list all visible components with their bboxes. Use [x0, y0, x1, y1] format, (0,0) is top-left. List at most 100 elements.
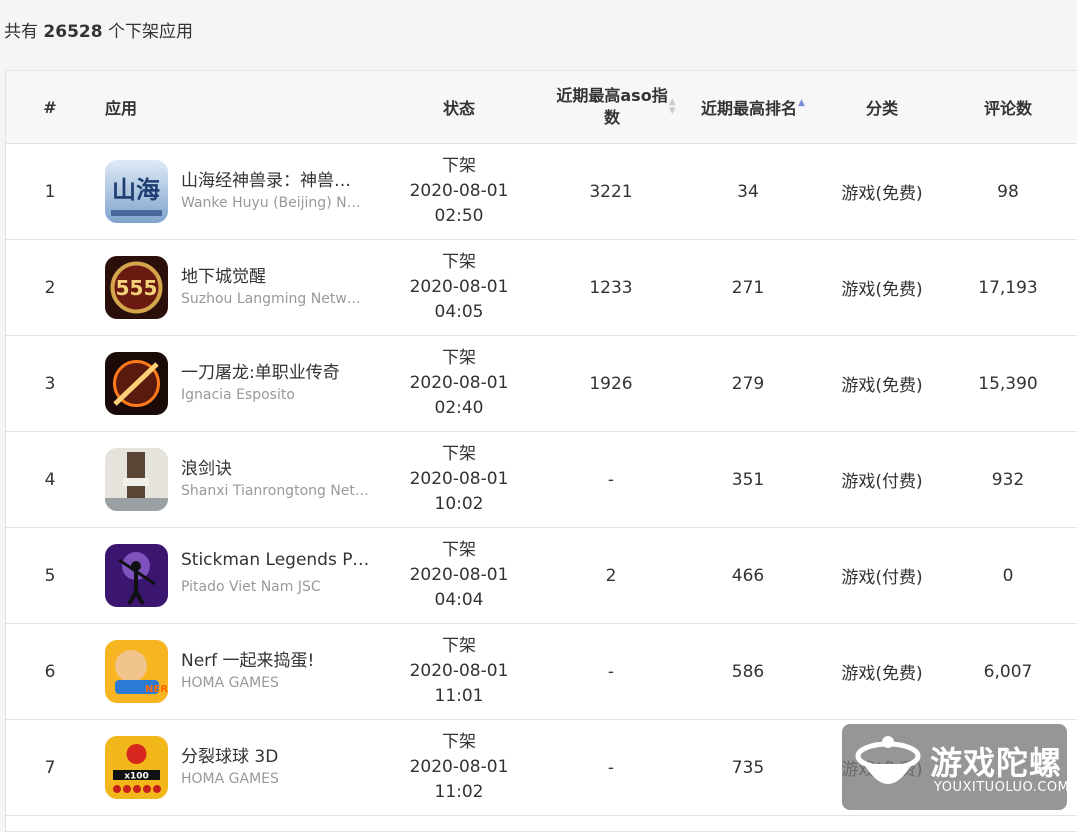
status-cell: 下架 2020-08-01 02:50	[409, 144, 509, 239]
watermark-title: 游戏陀螺	[930, 744, 1063, 782]
dragon-slayer-app-icon[interactable]	[105, 352, 168, 415]
reviews-value: 17,193	[978, 277, 1038, 298]
category-value: 游戏(免费)	[841, 664, 923, 684]
status-time: 04:04	[434, 590, 484, 610]
status-cell: 下架 2020-08-01 10:02	[409, 432, 509, 527]
category-value: 游戏(付费)	[841, 568, 923, 588]
developer-name: Ignacia Esposito	[181, 387, 295, 403]
sort-updown-icon[interactable]: ▲ ▼	[669, 98, 676, 116]
reviews-value: 0	[1002, 565, 1014, 586]
row-rank: 7	[44, 757, 56, 778]
table-body: 1 山海 山海经神兽录：神兽… Wanke Huyu (Beijing) Net… 下架…	[6, 144, 1077, 816]
app-name-link[interactable]: 山海经神兽录：神兽…	[181, 166, 371, 191]
best-rank-value: 351	[731, 469, 765, 490]
header-app: 应用	[105, 99, 138, 118]
table-row[interactable]: 4 浪剑诀 Shanxi Tianrongtong Net… 下架 2020-08-01…	[6, 432, 1077, 528]
header-best-rank-label: 近期最高排名	[701, 99, 798, 118]
best-rank-value: 466	[731, 565, 765, 586]
row-rank: 3	[44, 373, 56, 394]
best-rank-value: 271	[731, 277, 765, 298]
developer-name: Suzhou Langming Netwo…	[181, 291, 369, 307]
header-rank: #	[43, 97, 57, 117]
header-status: 状态	[442, 99, 475, 118]
aso-index-value: 1233	[589, 277, 633, 298]
status-label: 下架	[442, 636, 476, 656]
row-rank: 5	[44, 565, 56, 586]
gyro-logo-icon	[855, 736, 921, 784]
aso-index-value: -	[607, 469, 615, 490]
status-cell: 下架 2020-08-01 11:02	[409, 720, 509, 815]
summary-suffix: 个下架应用	[107, 22, 193, 42]
status-cell: 下架 2020-08-01 11:01	[409, 624, 509, 719]
app-name-link[interactable]: 一刀屠龙:单职业传奇	[181, 358, 371, 383]
row-rank: 4	[44, 469, 56, 490]
table-header: # 应用 状态 近期最高aso指 数 ▲ ▼ 近期最高排名 ▲ 分类 评论数	[6, 71, 1077, 144]
summary-text: 共有 26528 个下架应用	[4, 17, 193, 42]
table-row[interactable]: 5 Stickman Legends Pr… Pitado Viet Nam JSC…	[6, 528, 1077, 624]
status-cell: 下架 2020-08-01 02:40	[409, 336, 509, 431]
summary-prefix: 共有	[4, 22, 38, 42]
category-value: 游戏(免费)	[841, 376, 923, 396]
developer-name: Pitado Viet Nam JSC	[181, 579, 321, 595]
row-rank: 6	[44, 661, 56, 682]
stickman-legends-app-icon[interactable]	[105, 544, 168, 607]
status-time: 10:02	[434, 494, 484, 514]
reviews-value: 15,390	[978, 373, 1038, 394]
app-name-link[interactable]: 地下城觉醒	[181, 262, 371, 287]
delisted-apps-table: # 应用 状态 近期最高aso指 数 ▲ ▼ 近期最高排名 ▲ 分类 评论数 1 山…	[5, 70, 1077, 832]
table-row[interactable]: 3 一刀屠龙:单职业传奇 Ignacia Esposito 下架 2020-08-01 0…	[6, 336, 1077, 432]
app-name-link[interactable]: Nerf 一起来捣蛋!	[181, 646, 371, 671]
aso-index-value: -	[607, 757, 615, 778]
reviews-value: 6,007	[983, 661, 1033, 682]
status-label: 下架	[442, 348, 476, 368]
app-name-link[interactable]: Stickman Legends Pr…	[181, 550, 371, 570]
header-reviews: 评论数	[983, 99, 1032, 118]
developer-name: Wanke Huyu (Beijing) Net…	[181, 195, 369, 211]
shanhaijing-app-icon[interactable]: 山海	[105, 160, 168, 223]
status-date: 2020-08-01	[409, 661, 509, 681]
aso-index-value: 1926	[589, 373, 633, 394]
table-row[interactable]: 6 NERF Nerf 一起来捣蛋! HOMA GAMES 下架 2020-08-01 11…	[6, 624, 1077, 720]
langjianjue-app-icon[interactable]	[105, 448, 168, 511]
sort-ascending-icon[interactable]: ▲	[798, 98, 805, 108]
status-time: 04:05	[434, 302, 484, 322]
aso-index-value: 2	[605, 565, 617, 586]
status-label: 下架	[442, 540, 476, 560]
status-time: 11:01	[434, 686, 484, 706]
header-best-rank[interactable]: 近期最高排名 ▲	[693, 71, 813, 143]
aso-index-value: -	[607, 661, 615, 682]
dungeon-awakening-app-icon[interactable]: 555	[105, 256, 168, 319]
app-name-link[interactable]: 浪剑诀	[181, 454, 371, 479]
header-aso-line2: 数	[604, 108, 621, 127]
app-name-link[interactable]: 分裂球球 3D	[181, 742, 371, 767]
status-label: 下架	[442, 156, 476, 176]
table-row[interactable]: 2 555 地下城觉醒 Suzhou Langming Netwo… 下架 2020-08…	[6, 240, 1077, 336]
reviews-value: 98	[997, 181, 1019, 202]
svg-text:山海: 山海	[112, 175, 160, 204]
header-aso-line1: 近期最高aso指	[556, 86, 668, 105]
reviews-value: 932	[991, 469, 1025, 490]
status-label: 下架	[442, 252, 476, 272]
developer-name: HOMA GAMES	[181, 771, 279, 787]
developer-name: Shanxi Tianrongtong Net…	[181, 483, 369, 499]
status-time: 02:50	[434, 206, 484, 226]
header-aso-index[interactable]: 近期最高aso指 数 ▲ ▼	[546, 71, 686, 143]
svg-text:NERF: NERF	[145, 684, 168, 695]
status-date: 2020-08-01	[409, 565, 509, 585]
status-date: 2020-08-01	[409, 757, 509, 777]
svg-text:555: 555	[116, 276, 158, 300]
split-balls-app-icon[interactable]: x100	[105, 736, 168, 799]
status-date: 2020-08-01	[409, 277, 509, 297]
status-time: 11:02	[434, 782, 484, 802]
status-label: 下架	[442, 732, 476, 752]
header-category: 分类	[865, 99, 898, 118]
best-rank-value: 586	[731, 661, 765, 682]
summary-count: 26528	[43, 22, 103, 42]
best-rank-value: 735	[731, 757, 765, 778]
aso-index-value: 3221	[589, 181, 633, 202]
status-cell: 下架 2020-08-01 04:04	[409, 528, 509, 623]
nerf-app-icon[interactable]: NERF	[105, 640, 168, 703]
category-value: 游戏(付费)	[841, 472, 923, 492]
table-row[interactable]: 1 山海 山海经神兽录：神兽… Wanke Huyu (Beijing) Net… 下架…	[6, 144, 1077, 240]
status-label: 下架	[442, 444, 476, 464]
